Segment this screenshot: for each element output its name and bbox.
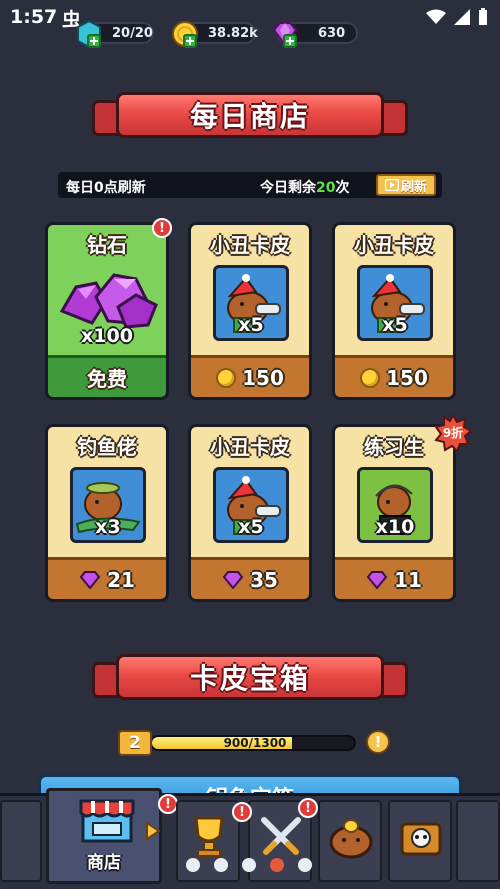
shop-icon [79,799,135,843]
energy-counter[interactable]: 20/20 [77,19,154,49]
coin-counter[interactable]: 38.82k [172,21,258,48]
trainee-capybara-portrait: x10 [357,467,433,543]
nav-tab-shop[interactable]: 商店 [46,788,162,884]
arrow-right-icon [146,821,161,841]
item-title: 钓鱼佬 [77,435,137,459]
refresh-button[interactable]: 刷新 [376,174,436,196]
coin-icon [360,367,381,388]
shop-item-fisher[interactable]: 钓鱼佬 x3 21 [45,424,169,602]
coin-icon [216,367,237,388]
page-dot[interactable] [242,858,256,872]
info-button[interactable]: ! [366,730,390,754]
item-price[interactable]: 150 [191,355,309,397]
add-gems-icon[interactable] [283,34,297,48]
page-indicator [186,858,312,872]
shop-item-clown-capybara-1[interactable]: 小丑卡皮 x5 150 [188,222,312,400]
add-coins-icon[interactable] [183,34,197,48]
item-title: 小丑卡皮 [354,233,434,257]
nav-tab-edge [456,800,500,882]
remaining-count: 20 [316,180,336,196]
page-dot[interactable] [298,858,312,872]
gem-icon [366,570,388,589]
alert-badge: ! [158,794,178,814]
status-time: 1:57 [10,6,58,28]
item-price-free[interactable]: 免费 [48,355,166,397]
nav-tab-edge [0,800,42,882]
daily-shop-title: 每日商店 [116,92,384,138]
wifi-icon [426,9,446,24]
alert-badge: ! [298,798,318,818]
remaining-refreshes: 今日剩余20次 [260,180,350,196]
nav-tab-capybara[interactable] [318,800,382,882]
discount-label: 9折 [442,426,464,440]
item-quantity: x5 [238,516,264,538]
item-quantity: x5 [382,314,408,336]
shop-item-clown-capybara-2[interactable]: 小丑卡皮 x5 150 [332,222,456,400]
coin-value: 38.82k [208,26,258,41]
item-title: 钻石 [87,233,127,257]
item-quantity: x3 [95,516,121,538]
alert-badge: ! [152,218,172,238]
gem-icon [79,570,101,589]
shop-item-clown-capybara-3[interactable]: 小丑卡皮 x5 35 [188,424,312,602]
skin-chest-banner: 卡皮宝箱 [92,654,408,704]
clown-capybara-portrait: x5 [213,265,289,341]
video-ad-icon [384,179,399,191]
item-price[interactable]: 35 [191,557,309,599]
chest-level: 2 [118,730,152,756]
item-price[interactable]: 21 [48,557,166,599]
gem-counter[interactable]: 630 [272,22,358,48]
gem-pile-icon [59,273,158,329]
daily-shop-banner: 每日商店 [92,92,408,142]
clown-capybara-portrait: x5 [357,265,433,341]
add-energy-icon[interactable] [87,34,101,48]
alert-badge: ! [232,802,252,822]
chest-progress: 900/1300 2 ! [118,730,390,756]
fisher-capybara-portrait: x3 [70,467,146,543]
page-dot[interactable] [270,858,284,872]
page-dot[interactable] [186,858,200,872]
item-price[interactable]: 150 [335,355,453,397]
progress-text: 900/1300 [223,736,287,750]
capybara-icon [329,819,373,859]
skin-chest-title: 卡皮宝箱 [116,654,384,700]
progress-bar: 900/1300 [150,735,356,751]
item-title: 小丑卡皮 [210,233,290,257]
energy-value: 20/20 [112,26,153,41]
shop-item-diamonds[interactable]: 钻石 x100 免费 [45,222,169,400]
signal-icon [454,9,470,25]
gem-value: 630 [318,26,346,41]
item-title: 小丑卡皮 [210,435,290,459]
skull-chest-icon [400,822,442,856]
item-price[interactable]: 11 [335,557,453,599]
clown-capybara-portrait: x5 [213,467,289,543]
item-quantity: x5 [238,314,264,336]
nav-tab-chest[interactable] [388,800,452,882]
battery-icon [479,8,487,25]
trophy-icon [194,816,224,857]
refresh-row: 每日0点刷新 今日剩余20次 刷新 [58,172,442,198]
crossed-swords-icon [261,817,301,855]
refresh-note: 每日0点刷新 [66,180,146,196]
status-icons [426,8,488,26]
gem-icon [222,570,244,589]
item-quantity: x100 [81,325,133,347]
bottom-nav: 商店 ! ! ! [0,788,500,889]
nav-label-shop: 商店 [87,853,121,873]
discount-badge: 9折 [434,414,472,452]
item-quantity: x10 [375,516,415,538]
page-dot[interactable] [214,858,228,872]
